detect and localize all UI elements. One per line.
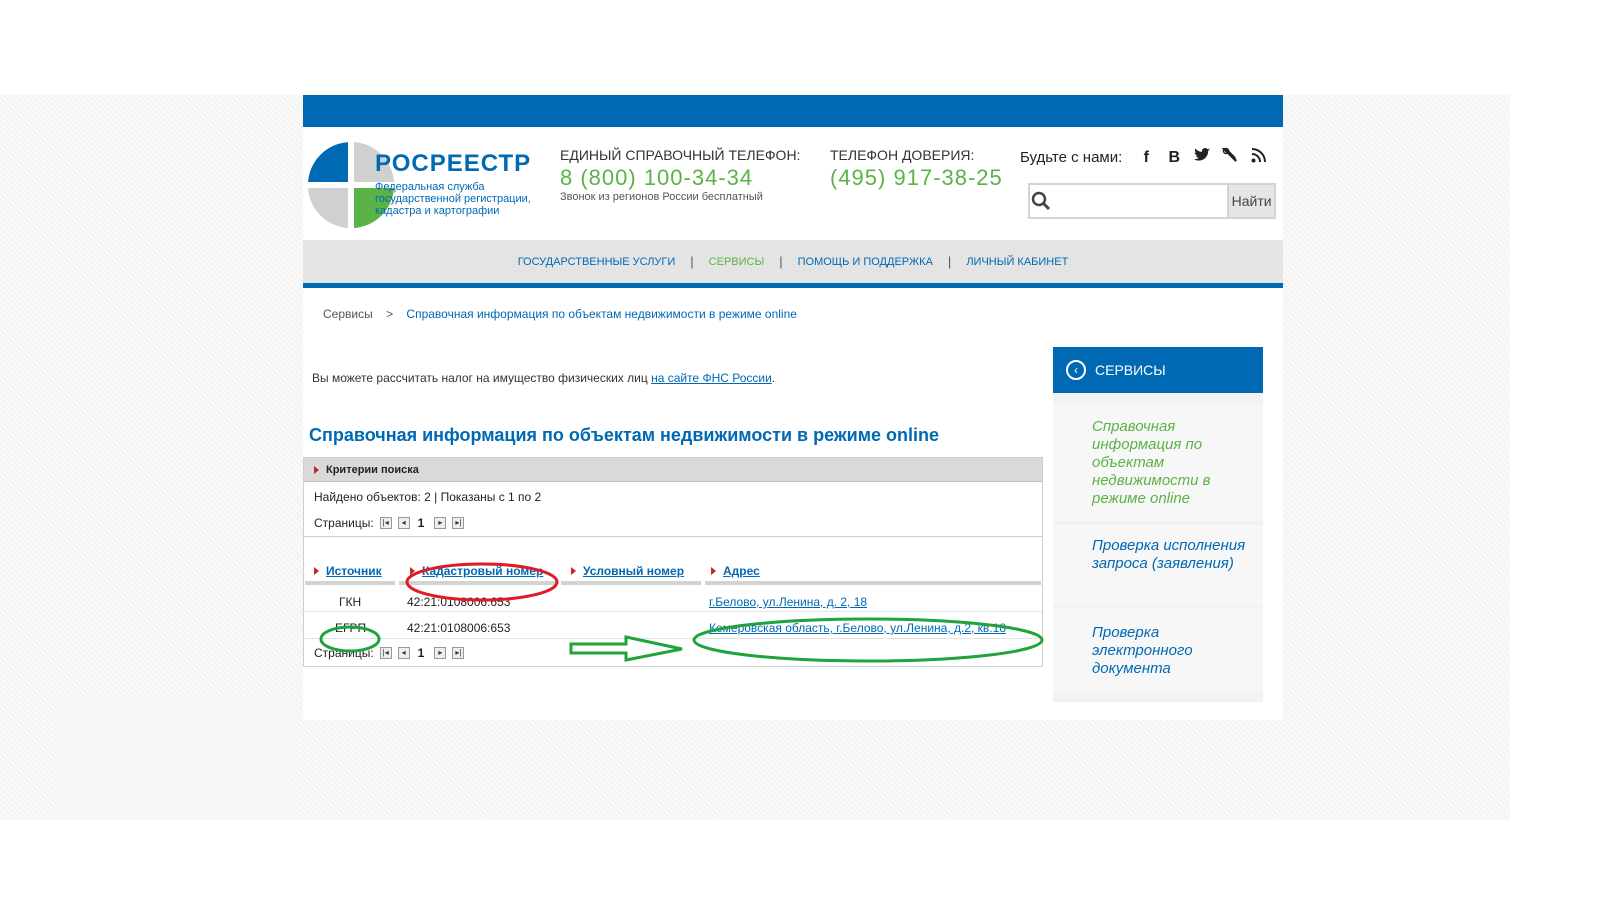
header-rule bbox=[705, 581, 1041, 585]
nav-item-help[interactable]: ПОМОЩЬ И ПОДДЕРЖКА bbox=[783, 256, 948, 268]
found-count: Найдено объектов: 2 | Показаны с 1 по 2 bbox=[314, 490, 542, 504]
facebook-icon[interactable]: f bbox=[1132, 149, 1160, 167]
prev-page-icon[interactable]: ◂ bbox=[397, 517, 410, 529]
header-rule bbox=[399, 581, 557, 585]
nav-item-gov-services[interactable]: ГОСУДАРСТВЕННЫЕ УСЛУГИ bbox=[503, 256, 691, 268]
prev-page-icon[interactable]: ◂ bbox=[397, 647, 410, 659]
last-page-icon[interactable]: ▸| bbox=[452, 647, 465, 659]
main-nav: ГОСУДАРСТВЕННЫЕ УСЛУГИ | СЕРВИСЫ | ПОМОЩ… bbox=[303, 240, 1283, 288]
tax-note-tail: . bbox=[771, 371, 776, 385]
top-bar bbox=[303, 95, 1283, 127]
search-criteria-label: Критерии поиска bbox=[326, 463, 419, 476]
next-page-icon[interactable]: ▸ bbox=[434, 647, 447, 659]
sidebar-item-doc-check[interactable]: Проверка электронного документа bbox=[1053, 609, 1263, 691]
sort-arrow-icon bbox=[571, 567, 576, 575]
trust-line-number[interactable]: (495) 917-38-25 bbox=[830, 165, 1003, 191]
sidebar-item-request-check[interactable]: Проверка исполнения запроса (заявления) bbox=[1053, 525, 1263, 605]
sort-arrow-icon bbox=[410, 567, 415, 575]
sidebar-header[interactable]: ‹ СЕРВИСЫ bbox=[1053, 347, 1263, 393]
vk-icon[interactable]: B bbox=[1160, 149, 1188, 167]
social-label: Будьте с нами: bbox=[1020, 149, 1123, 166]
expand-arrow-icon bbox=[314, 465, 319, 474]
current-page: 1 bbox=[417, 516, 425, 530]
row-divider bbox=[304, 611, 1042, 612]
livejournal-icon[interactable] bbox=[1216, 147, 1244, 168]
tax-note: Вы можете рассчитать налог на имущество … bbox=[312, 371, 775, 385]
back-arrow-icon: ‹ bbox=[1066, 360, 1086, 380]
pages-label: Страницы: bbox=[314, 646, 374, 660]
hotline-note: Звонок из регионов России бесплатный bbox=[560, 191, 763, 203]
logo-title: РОСРЕЕСТР bbox=[375, 150, 532, 177]
column-source-label: Источник bbox=[326, 564, 382, 578]
breadcrumb: Сервисы > Справочная информация по объек… bbox=[323, 307, 797, 321]
tax-note-text: Вы можете рассчитать налог на имущество … bbox=[312, 371, 652, 385]
social-links: Будьте с нами: f B bbox=[1020, 147, 1272, 168]
pagination-top: Страницы: |◂ ◂ 1 ▸ ▸| bbox=[314, 516, 465, 530]
breadcrumb-current[interactable]: Справочная информация по объектам недвиж… bbox=[406, 307, 797, 321]
fns-link[interactable]: на сайте ФНС России bbox=[651, 371, 772, 385]
column-cadastral-label: Кадастровый номер bbox=[422, 564, 544, 578]
sort-arrow-icon bbox=[314, 567, 319, 575]
sort-arrow-icon bbox=[711, 567, 716, 575]
page-title: Справочная информация по объектам недвиж… bbox=[309, 425, 940, 445]
results-divider bbox=[304, 536, 1042, 537]
first-page-icon[interactable]: |◂ bbox=[379, 647, 392, 659]
column-header-address[interactable]: Адрес bbox=[711, 564, 760, 578]
logo[interactable]: РОСРЕЕСТР Федеральная служба государстве… bbox=[307, 141, 537, 233]
header-rule bbox=[561, 581, 701, 585]
search-button[interactable]: Найти bbox=[1227, 185, 1274, 217]
search-icon bbox=[1030, 185, 1051, 217]
row-1-cadastral: 42:21:0108006:653 bbox=[407, 595, 511, 609]
search-input[interactable] bbox=[1051, 185, 1228, 217]
page-background-bottom bbox=[60, 700, 290, 820]
column-conditional-label: Условный номер bbox=[583, 564, 685, 578]
row-2-address-link[interactable]: Кемеровская область, г.Белово, ул.Ленина… bbox=[709, 621, 1006, 635]
pages-label: Страницы: bbox=[314, 516, 374, 530]
header-rule bbox=[305, 581, 395, 585]
next-page-icon[interactable]: ▸ bbox=[434, 517, 447, 529]
column-address-label: Адрес bbox=[723, 564, 760, 578]
breadcrumb-separator: > bbox=[386, 307, 394, 321]
current-page: 1 bbox=[417, 646, 425, 660]
logo-subtitle: Федеральная служба государственной регис… bbox=[375, 181, 531, 217]
trust-line-block: ТЕЛЕФОН ДОВЕРИЯ: (495) 917-38-25 bbox=[830, 147, 1003, 191]
hotline-label: ЕДИНЫЙ СПРАВОЧНЫЙ ТЕЛЕФОН: bbox=[560, 147, 801, 163]
nav-item-account[interactable]: ЛИЧНЫЙ КАБИНЕТ bbox=[951, 256, 1083, 268]
sidebar-item-reference-info[interactable]: Справочная информация по объектам недвиж… bbox=[1053, 404, 1263, 521]
pagination-bottom: Страницы: |◂ ◂ 1 ▸ ▸| bbox=[314, 646, 465, 660]
hotline-number[interactable]: 8 (800) 100-34-34 bbox=[560, 165, 800, 191]
page-container: РОСРЕЕСТР Федеральная служба государстве… bbox=[303, 95, 1283, 720]
row-1-source: ГКН bbox=[339, 595, 362, 609]
nav-item-services[interactable]: СЕРВИСЫ bbox=[694, 256, 780, 268]
services-sidebar: ‹ СЕРВИСЫ Справочная информация по объек… bbox=[1053, 347, 1263, 702]
first-page-icon[interactable]: |◂ bbox=[379, 517, 392, 529]
column-header-source[interactable]: Источник bbox=[314, 564, 382, 578]
row-divider bbox=[304, 638, 1042, 639]
column-header-cadastral[interactable]: Кадастровый номер bbox=[410, 564, 543, 578]
hotline-block: ЕДИНЫЙ СПРАВОЧНЫЙ ТЕЛЕФОН: 8 (800) 100-3… bbox=[560, 147, 800, 203]
row-1-address-link[interactable]: г.Белово, ул.Ленина, д. 2, 18 bbox=[709, 595, 867, 609]
last-page-icon[interactable]: ▸| bbox=[452, 517, 465, 529]
results-panel: Критерии поиска Найдено объектов: 2 | По… bbox=[303, 457, 1043, 667]
trust-line-label: ТЕЛЕФОН ДОВЕРИЯ: bbox=[830, 147, 975, 163]
search-box: Найти bbox=[1028, 183, 1276, 219]
row-2-cadastral: 42:21:0108006:653 bbox=[407, 621, 511, 635]
sidebar-title: СЕРВИСЫ bbox=[1095, 362, 1166, 378]
rss-icon[interactable] bbox=[1244, 147, 1272, 168]
row-2-source: ЕГРП bbox=[335, 621, 367, 635]
column-header-conditional[interactable]: Условный номер bbox=[571, 564, 684, 578]
twitter-icon[interactable] bbox=[1188, 148, 1216, 167]
breadcrumb-root[interactable]: Сервисы bbox=[323, 307, 373, 321]
search-criteria-toggle[interactable]: Критерии поиска bbox=[304, 458, 1042, 482]
